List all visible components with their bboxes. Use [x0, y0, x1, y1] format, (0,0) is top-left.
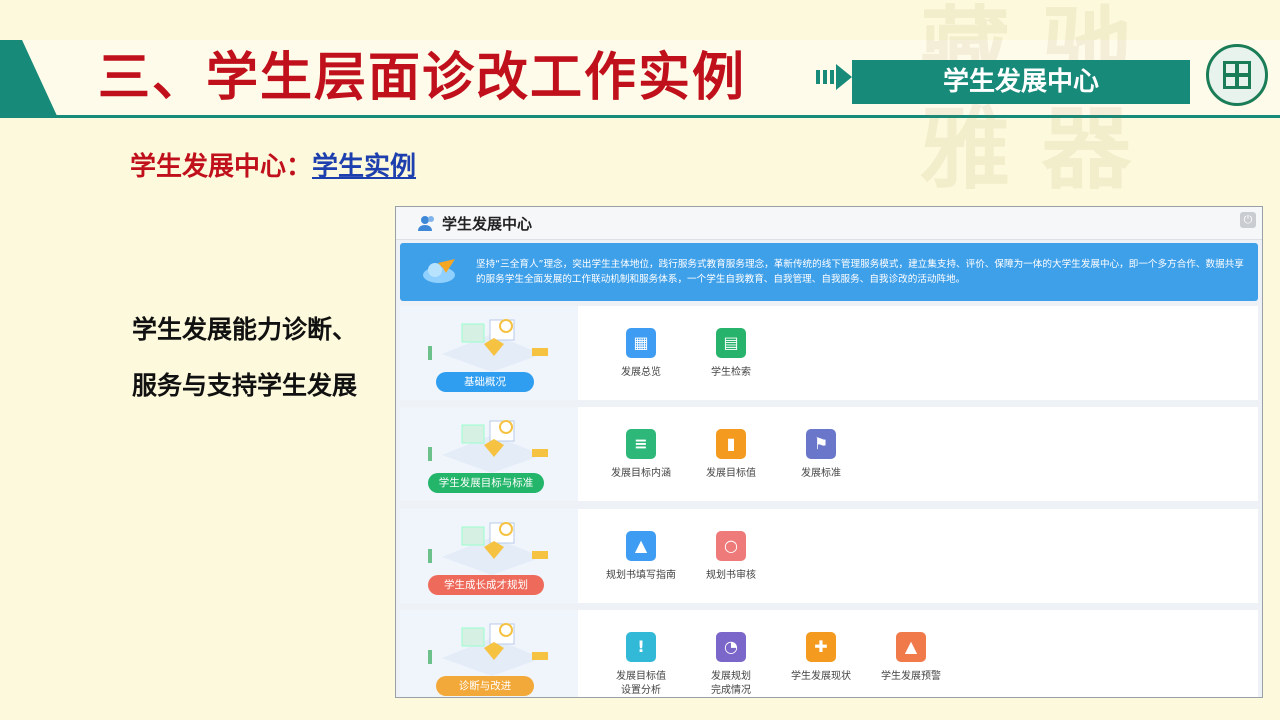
subtitle-prefix: 学生发展中心：	[130, 152, 313, 182]
window-header: 学生发展中心 ⏻	[396, 207, 1262, 240]
module-item[interactable]: ! 发展目标值 设置分析	[596, 632, 686, 697]
module-item-label: 规划书填写指南	[606, 570, 676, 581]
section-pill-button[interactable]: 基础概况	[436, 372, 534, 392]
arrow-icon	[816, 64, 852, 90]
intro-banner: 坚持“三全育人”理念，突出学生主体地位，践行服务式教育服务理念，革新传统的线下管…	[400, 243, 1258, 301]
module-item[interactable]: ▦ 发展总览	[596, 328, 686, 380]
module-item[interactable]: ▲ 学生发展预警	[866, 632, 956, 684]
module-item[interactable]: ▤ 学生检索	[686, 328, 776, 380]
subtitle: 学生发展中心：学生实例	[130, 146, 416, 183]
module-item-label: 发展目标值	[706, 468, 756, 479]
module-item-label: 发展目标值 设置分析	[616, 671, 666, 696]
module-item-label: 学生发展预警	[881, 671, 941, 682]
power-icon[interactable]: ⏻	[1240, 212, 1256, 228]
isometric-illustration-icon	[428, 522, 548, 575]
module-item[interactable]: ◔ 发展规划 完成情况	[686, 632, 776, 697]
module-item[interactable]: ≡ 发展目标内涵	[596, 429, 686, 481]
section-illustration-panel: 诊断与改进	[400, 610, 578, 697]
section-badge: 学生发展中心	[852, 60, 1190, 104]
section-row: 学生成长成才规划 ▲ 规划书填写指南 ○ 规划书审核	[400, 509, 1258, 603]
alert-icon: !	[626, 632, 656, 662]
module-item-label: 规划书审核	[706, 570, 756, 581]
search-icon: ○	[716, 531, 746, 561]
module-item-label: 发展总览	[621, 367, 661, 378]
bell-icon: ▲	[896, 632, 926, 662]
module-item-label: 发展标准	[801, 468, 841, 479]
graduation-cap-icon: ▲	[626, 531, 656, 561]
cloud-plane-icon	[423, 259, 455, 283]
module-item-label: 学生发展现状	[791, 671, 851, 682]
module-item[interactable]: ✚ 学生发展现状	[776, 632, 866, 684]
school-logo	[1206, 44, 1268, 106]
section-illustration-panel: 基础概况	[400, 306, 578, 400]
pie-chart-icon: ◔	[716, 632, 746, 662]
section-illustration-panel: 学生成长成才规划	[400, 509, 578, 603]
side-text-line-2: 服务与支持学生发展	[132, 371, 358, 400]
app-screenshot-window: 学生发展中心 ⏻ 坚持“三全育人”理念，突出学生主体地位，践行服务式教育服务理念…	[395, 206, 1263, 698]
module-item-label: 发展规划 完成情况	[711, 671, 751, 696]
window-title: 学生发展中心	[442, 215, 533, 233]
flag-icon: ⚑	[806, 429, 836, 459]
section-illustration-panel: 学生发展目标与标准	[400, 407, 578, 501]
module-item[interactable]: ⚑ 发展标准	[776, 429, 866, 481]
section-row: 学生发展目标与标准 ≡ 发展目标内涵 ▮ 发展目标值 ⚑ 发展标准	[400, 407, 1258, 501]
section-row: 诊断与改进! 发展目标值 设置分析 ◔ 发展规划 完成情况 ✚ 学生发展现状 ▲ 学生发展预警	[400, 610, 1258, 697]
section-row: 基础概况 ▦ 发展总览 ▤ 学生检索	[400, 306, 1258, 400]
module-item[interactable]: ○ 规划书审核	[686, 531, 776, 583]
bar-chart-icon: ▮	[716, 429, 746, 459]
module-item-label: 发展目标内涵	[611, 468, 671, 479]
subtitle-link[interactable]: 学生实例	[312, 152, 416, 182]
module-item-label: 学生检索	[711, 367, 751, 378]
module-item[interactable]: ▲ 规划书填写指南	[596, 531, 686, 583]
banner-text: 坚持“三全育人”理念，突出学生主体地位，践行服务式教育服务理念，革新传统的线下管…	[476, 259, 1244, 285]
grid-icon: ▦	[626, 328, 656, 358]
puzzle-icon: ✚	[806, 632, 836, 662]
module-item[interactable]: ▮ 发展目标值	[686, 429, 776, 481]
side-description: 学生发展能力诊断、 服务与支持学生发展	[132, 302, 392, 414]
users-icon	[418, 216, 434, 231]
isometric-illustration-icon	[428, 420, 548, 473]
calligraphy-watermark: 藏 驰雅 器	[920, 0, 1132, 202]
side-text-line-1: 学生发展能力诊断、	[132, 315, 358, 344]
id-card-icon: ▤	[716, 328, 746, 358]
document-icon: ≡	[626, 429, 656, 459]
section-pill-button[interactable]: 学生成长成才规划	[428, 575, 544, 595]
isometric-illustration-icon	[428, 319, 548, 372]
section-pill-button[interactable]: 学生发展目标与标准	[428, 473, 544, 493]
isometric-illustration-icon	[428, 623, 548, 676]
page-title: 三、学生层面诊改工作实例	[98, 48, 747, 108]
section-pill-button[interactable]: 诊断与改进	[436, 676, 534, 696]
